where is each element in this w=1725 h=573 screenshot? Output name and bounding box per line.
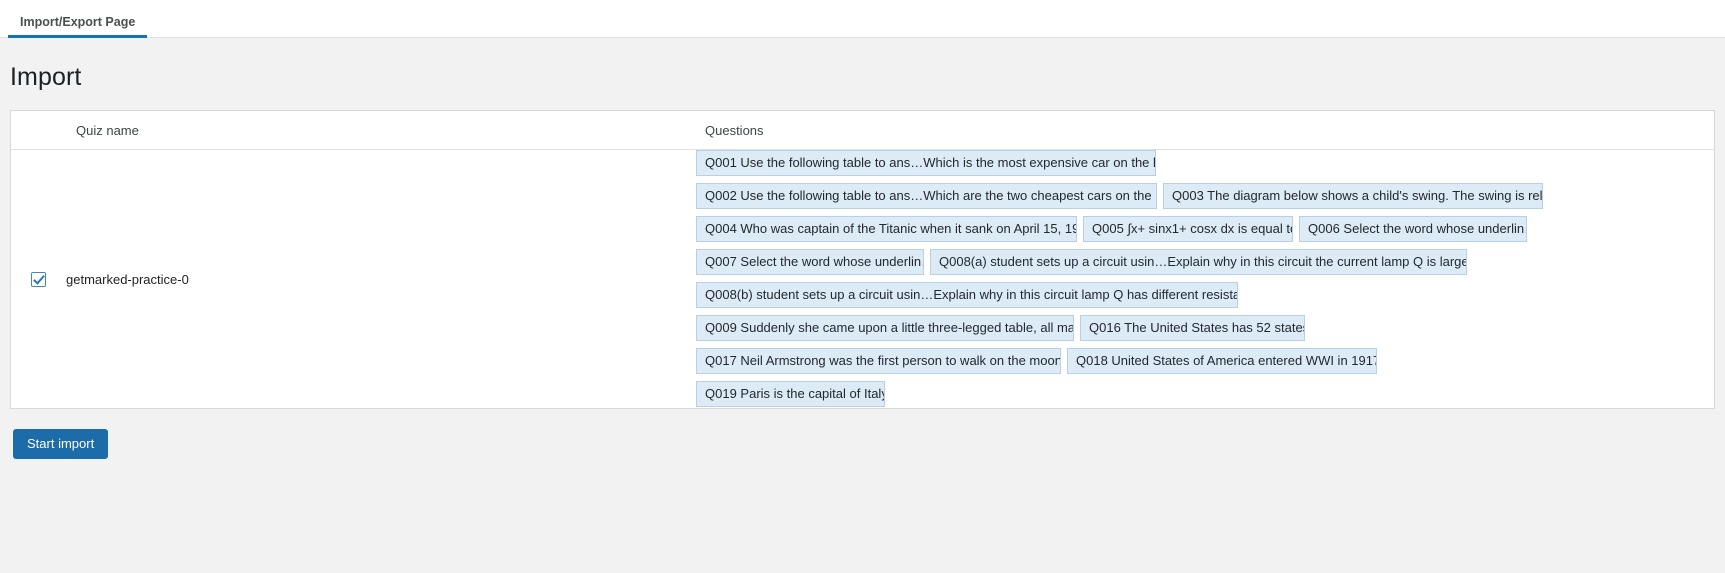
import-table-container: Quiz name Questions getmarked-practice-0… (10, 110, 1715, 409)
tab-bar: Import/Export Page (0, 0, 1725, 38)
quiz-name-cell: getmarked-practice-0 (66, 149, 696, 408)
question-tag[interactable]: Q016 The United States has 52 states. (1080, 315, 1305, 341)
column-header-select (11, 111, 66, 150)
column-header-quiz-name: Quiz name (66, 111, 696, 150)
table-header-row: Quiz name Questions (11, 111, 1714, 150)
question-tag-row: Q002 Use the following table to ans…Whic… (696, 183, 1714, 210)
table-row: getmarked-practice-0 Q001 Use the followi… (11, 149, 1714, 408)
question-tag-row: Q001 Use the following table to ans…Whic… (696, 150, 1714, 177)
question-tag[interactable]: Q009 Suddenly she came upon a little thr… (696, 315, 1074, 341)
question-tag[interactable]: Q017 Neil Armstrong was the first person… (696, 348, 1061, 374)
column-header-questions: Questions (696, 111, 1714, 150)
question-tag[interactable]: Q019 Paris is the capital of Italy. (696, 381, 885, 407)
row-select-cell (11, 149, 66, 408)
page-content: Import Quiz name Questions getmarked-pra… (0, 38, 1725, 573)
start-import-button[interactable]: Start import (13, 429, 109, 459)
question-tag[interactable]: Q008(b) student sets up a circuit usin…E… (696, 282, 1238, 308)
table-header: Quiz name Questions (11, 111, 1714, 150)
question-tag-row: Q009 Suddenly she came upon a little thr… (696, 315, 1714, 342)
question-tag[interactable]: Q002 Use the following table to ans…Whic… (696, 183, 1157, 209)
question-tag-row: Q008(b) student sets up a circuit usin…E… (696, 282, 1714, 309)
page-title: Import (10, 63, 82, 91)
import-table: Quiz name Questions getmarked-practice-0… (11, 111, 1714, 408)
question-tag[interactable]: Q003 The diagram below shows a child's s… (1163, 183, 1543, 209)
question-tag-list: Q001 Use the following table to ans…Whic… (696, 150, 1714, 408)
question-tag-row: Q004 Who was captain of the Titanic when… (696, 216, 1714, 243)
question-tag[interactable]: Q018 United States of America entered WW… (1067, 348, 1377, 374)
tab-import-export-page[interactable]: Import/Export Page (8, 15, 148, 38)
questions-cell: Q001 Use the following table to ans…Whic… (696, 149, 1714, 408)
question-tag[interactable]: Q008(a) student sets up a circuit usin…E… (930, 249, 1467, 275)
question-tag[interactable]: Q004 Who was captain of the Titanic when… (696, 216, 1077, 242)
question-tag[interactable]: Q001 Use the following table to ans…Whic… (696, 150, 1156, 176)
actions-row: Start import (0, 409, 1725, 459)
question-tag-row: Q007 Select the word whose underlin… Q008… (696, 249, 1714, 276)
table-body: getmarked-practice-0 Q001 Use the followi… (11, 149, 1714, 408)
row-select-checkbox[interactable] (31, 272, 46, 288)
question-tag-row: Q017 Neil Armstrong was the first person… (696, 348, 1714, 375)
question-tag-row: Q019 Paris is the capital of Italy. (696, 381, 1714, 408)
question-tag[interactable]: Q005 ∫x+ sinx1+ cosx dx is equal to (1083, 216, 1293, 242)
question-tag[interactable]: Q007 Select the word whose underlin… (696, 249, 924, 275)
question-tag[interactable]: Q006 Select the word whose underlin… (1299, 216, 1527, 242)
